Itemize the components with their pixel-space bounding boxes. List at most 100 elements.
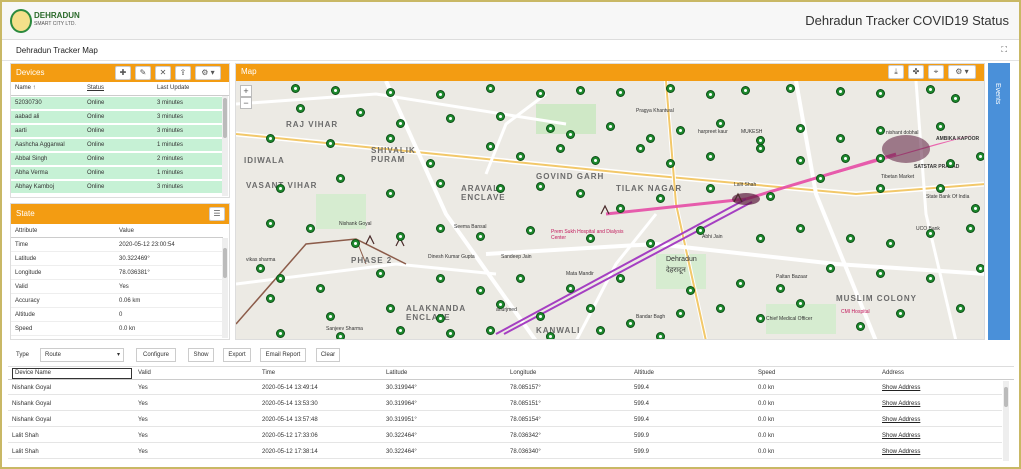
edit-icon[interactable]: ✎ bbox=[135, 66, 151, 80]
device-marker-icon[interactable] bbox=[556, 144, 565, 153]
col-name[interactable]: Name ↑ bbox=[15, 85, 36, 91]
device-marker-icon[interactable] bbox=[306, 224, 315, 233]
device-marker-icon[interactable] bbox=[566, 130, 575, 139]
device-marker-icon[interactable] bbox=[876, 269, 885, 278]
device-marker-icon[interactable] bbox=[716, 304, 725, 313]
show-address-link[interactable]: Show Address bbox=[882, 433, 920, 439]
device-marker-icon[interactable] bbox=[266, 219, 275, 228]
device-row[interactable]: Abha Verma Online 1 minutes bbox=[11, 167, 222, 180]
device-marker-icon[interactable] bbox=[426, 159, 435, 168]
col-speed[interactable]: Speed bbox=[758, 370, 775, 376]
device-marker-icon[interactable] bbox=[856, 322, 865, 331]
device-marker-icon[interactable] bbox=[646, 239, 655, 248]
device-marker-icon[interactable] bbox=[386, 304, 395, 313]
device-marker-icon[interactable] bbox=[356, 108, 365, 117]
state-scroll-thumb[interactable] bbox=[223, 248, 227, 278]
show-address-link[interactable]: Show Address bbox=[882, 417, 920, 423]
device-marker-icon[interactable] bbox=[336, 174, 345, 183]
report-row[interactable]: Lalit Shah Yes 2020-05-12 17:38:14 30.32246… bbox=[8, 445, 1002, 459]
device-marker-icon[interactable] bbox=[396, 232, 405, 241]
device-marker-icon[interactable] bbox=[496, 112, 505, 121]
device-marker-icon[interactable] bbox=[276, 329, 285, 338]
device-row[interactable]: Aashcha Aggarwal Online 1 minutes bbox=[11, 139, 222, 152]
device-marker-icon[interactable] bbox=[576, 86, 585, 95]
device-marker-icon[interactable] bbox=[266, 294, 275, 303]
report-row[interactable]: Lalit Shah Yes 2020-05-12 17:33:06 30.32246… bbox=[8, 429, 1002, 443]
device-marker-icon[interactable] bbox=[756, 144, 765, 153]
device-marker-icon[interactable] bbox=[716, 119, 725, 128]
device-marker-icon[interactable] bbox=[886, 239, 895, 248]
report-scroll-thumb[interactable] bbox=[1004, 387, 1008, 407]
device-marker-icon[interactable] bbox=[331, 86, 340, 95]
device-marker-icon[interactable] bbox=[336, 332, 345, 339]
report-row[interactable]: Nishank Goyal Yes 2020-05-14 13:57:48 30.31… bbox=[8, 413, 1002, 427]
device-marker-icon[interactable] bbox=[706, 90, 715, 99]
device-marker-icon[interactable] bbox=[796, 224, 805, 233]
device-marker-icon[interactable] bbox=[926, 85, 935, 94]
device-marker-icon[interactable] bbox=[266, 134, 275, 143]
device-marker-icon[interactable] bbox=[706, 184, 715, 193]
device-marker-icon[interactable] bbox=[686, 286, 695, 295]
device-marker-icon[interactable] bbox=[526, 226, 535, 235]
device-row[interactable]: aarti Online 3 minutes bbox=[11, 125, 222, 138]
device-marker-icon[interactable] bbox=[476, 232, 485, 241]
col-altitude[interactable]: Altitude bbox=[634, 370, 654, 376]
type-select[interactable]: Route ▾ bbox=[40, 348, 124, 362]
device-marker-icon[interactable] bbox=[616, 88, 625, 97]
expand-icon[interactable]: ⛶ bbox=[1001, 45, 1007, 55]
device-marker-icon[interactable] bbox=[666, 159, 675, 168]
device-marker-icon[interactable] bbox=[846, 234, 855, 243]
device-marker-icon[interactable] bbox=[836, 134, 845, 143]
device-marker-icon[interactable] bbox=[436, 179, 445, 188]
device-marker-icon[interactable] bbox=[666, 84, 675, 93]
device-marker-icon[interactable] bbox=[896, 309, 905, 318]
device-marker-icon[interactable] bbox=[276, 184, 285, 193]
device-marker-icon[interactable] bbox=[486, 142, 495, 151]
zoom-out-button[interactable]: − bbox=[240, 97, 252, 109]
device-marker-icon[interactable] bbox=[966, 224, 975, 233]
col-time[interactable]: Time bbox=[262, 370, 275, 376]
device-marker-icon[interactable] bbox=[486, 326, 495, 335]
device-marker-icon[interactable] bbox=[436, 274, 445, 283]
device-marker-icon[interactable] bbox=[616, 204, 625, 213]
device-marker-icon[interactable] bbox=[756, 314, 765, 323]
device-marker-icon[interactable] bbox=[396, 326, 405, 335]
device-row[interactable]: Abhay Kamboj Online 3 minutes bbox=[11, 181, 222, 194]
device-row[interactable]: Abbal Singh Online 2 minutes bbox=[11, 153, 222, 166]
report-row[interactable]: Nishank Goyal Yes 2020-05-14 13:49:14 30.31… bbox=[8, 381, 1002, 395]
device-marker-icon[interactable] bbox=[841, 154, 850, 163]
device-marker-icon[interactable] bbox=[936, 184, 945, 193]
device-marker-icon[interactable] bbox=[816, 174, 825, 183]
device-marker-icon[interactable] bbox=[576, 189, 585, 198]
devices-scrollbar[interactable] bbox=[222, 96, 228, 196]
paw-icon[interactable]: ✤ bbox=[908, 65, 924, 79]
state-scrollbar[interactable] bbox=[222, 238, 228, 338]
device-marker-icon[interactable] bbox=[591, 156, 600, 165]
gear-icon[interactable]: ⚙ ▾ bbox=[948, 65, 976, 79]
device-marker-icon[interactable] bbox=[376, 269, 385, 278]
device-marker-icon[interactable] bbox=[386, 189, 395, 198]
device-marker-icon[interactable] bbox=[326, 139, 335, 148]
device-marker-icon[interactable] bbox=[636, 144, 645, 153]
target-icon[interactable]: ⌖ bbox=[928, 65, 944, 79]
col-last-update[interactable]: Last Update bbox=[157, 85, 189, 91]
device-marker-icon[interactable] bbox=[351, 239, 360, 248]
devices-scroll-thumb[interactable] bbox=[223, 98, 227, 138]
report-row[interactable]: Nishank Goyal Yes 2020-05-14 13:53:30 30.31… bbox=[8, 397, 1002, 411]
report-scrollbar[interactable] bbox=[1003, 381, 1009, 461]
show-address-link[interactable]: Show Address bbox=[882, 385, 920, 391]
device-marker-icon[interactable] bbox=[536, 312, 545, 321]
device-marker-icon[interactable] bbox=[626, 319, 635, 328]
device-marker-icon[interactable] bbox=[516, 274, 525, 283]
configure-button[interactable]: Configure bbox=[136, 348, 176, 362]
device-marker-icon[interactable] bbox=[386, 134, 395, 143]
device-marker-icon[interactable] bbox=[256, 264, 265, 273]
device-marker-icon[interactable] bbox=[596, 326, 605, 335]
show-address-link[interactable]: Show Address bbox=[882, 401, 920, 407]
device-marker-icon[interactable] bbox=[276, 274, 285, 283]
device-marker-icon[interactable] bbox=[516, 152, 525, 161]
device-marker-icon[interactable] bbox=[291, 84, 300, 93]
device-marker-icon[interactable] bbox=[496, 300, 505, 309]
upload-icon[interactable]: ⇪ bbox=[175, 66, 191, 80]
device-marker-icon[interactable] bbox=[386, 88, 395, 97]
